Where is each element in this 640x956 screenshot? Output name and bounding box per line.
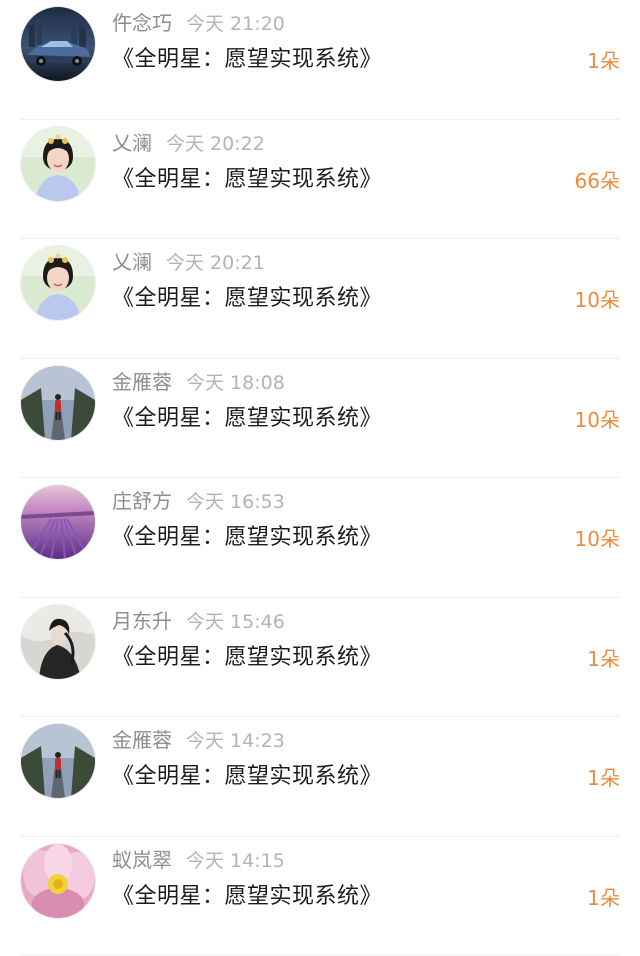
ink-figure-avatar-icon bbox=[21, 605, 95, 679]
flower-count: 1朵 bbox=[587, 883, 620, 913]
user-name[interactable]: 庄舒方 bbox=[112, 489, 172, 513]
item-meta: 月东升今天 15:46 bbox=[112, 606, 285, 636]
timestamp: 今天 16:53 bbox=[186, 491, 285, 513]
book-title[interactable]: 《全明星：愿望实现系统》 bbox=[112, 163, 382, 197]
sports-car-avatar-icon bbox=[21, 7, 95, 81]
gift-record-list: 仵念巧今天 21:20 《全明星：愿望实现系统》 1朵 乂澜今天 20:22 《… bbox=[0, 0, 640, 922]
avatar[interactable] bbox=[20, 723, 96, 799]
timestamp: 今天 20:21 bbox=[166, 252, 265, 274]
runner-road-avatar-icon bbox=[21, 366, 95, 440]
user-name[interactable]: 蚁岚翠 bbox=[112, 848, 172, 872]
item-meta: 乂澜今天 20:21 bbox=[112, 247, 265, 277]
list-item[interactable]: 乂澜今天 20:22 《全明星：愿望实现系统》 66朵 bbox=[0, 120, 640, 240]
list-item[interactable]: 庄舒方今天 16:53 《全明星：愿望实现系统》 10朵 bbox=[0, 478, 640, 598]
book-title[interactable]: 《全明星：愿望实现系统》 bbox=[112, 760, 382, 794]
item-meta: 金雁蓉今天 14:23 bbox=[112, 725, 285, 755]
list-item[interactable]: 仵念巧今天 21:20 《全明星：愿望实现系统》 1朵 bbox=[0, 0, 640, 120]
flower-count: 1朵 bbox=[587, 46, 620, 76]
list-item[interactable]: 金雁蓉今天 14:23 《全明星：愿望实现系统》 1朵 bbox=[0, 717, 640, 837]
book-title[interactable]: 《全明星：愿望实现系统》 bbox=[112, 43, 382, 77]
flower-count: 10朵 bbox=[575, 285, 620, 315]
user-name[interactable]: 乂澜 bbox=[112, 250, 152, 274]
avatar[interactable] bbox=[20, 843, 96, 919]
avatar[interactable] bbox=[20, 245, 96, 321]
item-meta: 乂澜今天 20:22 bbox=[112, 128, 265, 158]
list-item[interactable]: 乂澜今天 20:21 《全明星：愿望实现系统》 10朵 bbox=[0, 239, 640, 359]
lotus-flower-avatar-icon bbox=[21, 844, 95, 918]
timestamp: 今天 18:08 bbox=[186, 372, 285, 394]
book-title[interactable]: 《全明星：愿望实现系统》 bbox=[112, 880, 382, 914]
book-title[interactable]: 《全明星：愿望实现系统》 bbox=[112, 282, 382, 316]
user-name[interactable]: 仵念巧 bbox=[112, 11, 172, 35]
user-name[interactable]: 金雁蓉 bbox=[112, 370, 172, 394]
flower-count: 1朵 bbox=[587, 763, 620, 793]
timestamp: 今天 21:20 bbox=[186, 13, 285, 35]
timestamp: 今天 14:23 bbox=[186, 730, 285, 752]
user-name[interactable]: 月东升 bbox=[112, 609, 172, 633]
item-meta: 庄舒方今天 16:53 bbox=[112, 486, 285, 516]
user-name[interactable]: 金雁蓉 bbox=[112, 728, 172, 752]
girl-portrait-avatar-icon bbox=[21, 246, 95, 320]
list-item[interactable]: 金雁蓉今天 18:08 《全明星：愿望实现系统》 10朵 bbox=[0, 359, 640, 479]
list-item[interactable]: 蚁岚翠今天 14:15 《全明星：愿望实现系统》 1朵 bbox=[0, 837, 640, 956]
item-meta: 仵念巧今天 21:20 bbox=[112, 8, 285, 38]
list-item[interactable]: 月东升今天 15:46 《全明星：愿望实现系统》 1朵 bbox=[0, 598, 640, 718]
book-title[interactable]: 《全明星：愿望实现系统》 bbox=[112, 641, 382, 675]
timestamp: 今天 14:15 bbox=[186, 850, 285, 872]
timestamp: 今天 20:22 bbox=[166, 133, 265, 155]
flower-count: 10朵 bbox=[575, 405, 620, 435]
avatar[interactable] bbox=[20, 604, 96, 680]
avatar[interactable] bbox=[20, 484, 96, 560]
timestamp: 今天 15:46 bbox=[186, 611, 285, 633]
avatar[interactable] bbox=[20, 365, 96, 441]
girl-portrait-avatar-icon bbox=[21, 127, 95, 201]
user-name[interactable]: 乂澜 bbox=[112, 131, 152, 155]
avatar[interactable] bbox=[20, 6, 96, 82]
flower-count: 1朵 bbox=[587, 644, 620, 674]
lavender-field-avatar-icon bbox=[21, 485, 95, 559]
item-meta: 金雁蓉今天 18:08 bbox=[112, 367, 285, 397]
item-meta: 蚁岚翠今天 14:15 bbox=[112, 845, 285, 875]
flower-count: 66朵 bbox=[575, 166, 620, 196]
avatar[interactable] bbox=[20, 126, 96, 202]
runner-road-avatar-icon bbox=[21, 724, 95, 798]
book-title[interactable]: 《全明星：愿望实现系统》 bbox=[112, 402, 382, 436]
book-title[interactable]: 《全明星：愿望实现系统》 bbox=[112, 521, 382, 555]
flower-count: 10朵 bbox=[575, 524, 620, 554]
